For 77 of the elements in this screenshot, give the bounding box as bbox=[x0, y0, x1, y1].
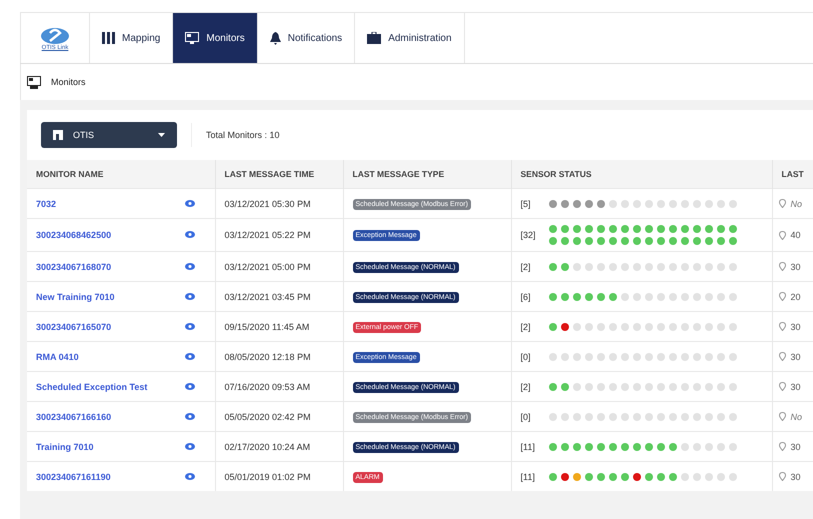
bell-icon bbox=[270, 32, 281, 44]
location-pin-icon bbox=[778, 352, 786, 361]
column-header: LAST bbox=[782, 169, 804, 179]
location-text: 30 bbox=[790, 442, 801, 452]
monitor-link[interactable]: 300234067161190 bbox=[36, 472, 111, 482]
sensor-count: [2] bbox=[520, 382, 532, 392]
message-time: 07/16/2020 09:53 AM bbox=[224, 382, 310, 392]
eye-icon[interactable] bbox=[185, 322, 195, 330]
breadcrumb-title: Monitors bbox=[51, 77, 86, 87]
caret-icon bbox=[158, 133, 165, 137]
monitor-link[interactable]: 300234067166160 bbox=[36, 412, 112, 422]
location-text: 30 bbox=[790, 472, 801, 482]
message-time: 09/15/2020 11:45 AM bbox=[224, 322, 310, 332]
location-pin-icon bbox=[778, 292, 786, 301]
nav-tab[interactable]: Monitors bbox=[173, 13, 258, 63]
message-time: 03/12/2021 05:22 PM bbox=[224, 230, 311, 240]
monitor-link[interactable]: RMA 0410 bbox=[36, 352, 79, 362]
eye-icon[interactable] bbox=[185, 442, 195, 450]
eye-icon[interactable] bbox=[185, 292, 195, 300]
eye-icon[interactable] bbox=[185, 262, 195, 270]
message-time: 05/05/2020 02:42 PM bbox=[224, 412, 311, 422]
location-pin-icon bbox=[778, 230, 786, 240]
monitor-link[interactable]: 7032 bbox=[36, 198, 56, 208]
column-header: LAST MESSAGE TYPE bbox=[352, 169, 444, 179]
briefcase-icon bbox=[367, 32, 382, 44]
location-text: 30 bbox=[790, 322, 801, 332]
message-time: 03/12/2021 05:00 PM bbox=[224, 262, 311, 272]
column-header: LAST MESSAGE TIME bbox=[224, 169, 314, 179]
location-text: 30 bbox=[790, 382, 801, 392]
monitor-link[interactable]: New Training 7010 bbox=[36, 292, 115, 302]
message-time: 03/12/2021 05:30 PM bbox=[224, 198, 311, 208]
monitor-icon bbox=[185, 32, 200, 44]
location-text: 30 bbox=[790, 352, 801, 362]
sensor-count: [5] bbox=[520, 198, 532, 208]
total-monitors-label: Total Monitors : 10 bbox=[191, 123, 280, 147]
eye-icon[interactable] bbox=[185, 352, 195, 360]
monitor-link[interactable]: 300234067165070 bbox=[36, 322, 112, 332]
monitor-link[interactable]: Scheduled Exception Test bbox=[36, 382, 148, 392]
columns-icon bbox=[102, 32, 115, 44]
location-pin-icon bbox=[778, 382, 786, 391]
sensor-count: [0] bbox=[520, 412, 532, 422]
message-time: 05/01/2019 01:02 PM bbox=[224, 472, 311, 482]
message-time: 02/17/2020 10:24 AM bbox=[224, 442, 310, 452]
organization-dropdown[interactable]: OTIS bbox=[41, 122, 177, 148]
monitor-icon bbox=[27, 76, 41, 88]
location-pin-icon bbox=[778, 442, 786, 451]
location-pin-icon bbox=[778, 322, 786, 331]
monitor-link[interactable]: Training 7010 bbox=[36, 442, 94, 452]
cloud-logo-icon bbox=[40, 25, 70, 45]
sensor-count: [32] bbox=[520, 230, 537, 240]
sensor-count: [11] bbox=[520, 472, 536, 482]
sensor-count: [2] bbox=[520, 262, 532, 272]
location-text: 20 bbox=[790, 292, 801, 302]
message-time: 08/05/2020 12:18 PM bbox=[224, 352, 311, 362]
column-header: SENSOR STATUS bbox=[520, 169, 592, 179]
eye-icon[interactable] bbox=[185, 412, 195, 420]
location-text: 30 bbox=[790, 262, 801, 272]
message-time: 03/12/2021 03:45 PM bbox=[224, 292, 311, 302]
location-pin-icon bbox=[778, 412, 786, 421]
sensor-count: [11] bbox=[520, 442, 536, 452]
location-text: 40 bbox=[790, 230, 801, 240]
sensor-count: [2] bbox=[520, 322, 532, 332]
location-pin-icon bbox=[778, 262, 786, 271]
location-text: No bbox=[790, 412, 802, 422]
eye-icon[interactable] bbox=[185, 200, 195, 206]
sensor-count: [6] bbox=[520, 292, 532, 302]
monitor-link[interactable]: 300234068462500 bbox=[36, 230, 112, 240]
location-pin-icon bbox=[778, 199, 786, 208]
eye-icon[interactable] bbox=[185, 231, 195, 238]
eye-icon[interactable] bbox=[185, 472, 195, 480]
monitor-link[interactable]: 300234067168070 bbox=[36, 262, 112, 272]
eye-icon[interactable] bbox=[185, 382, 195, 390]
column-header: MONITOR NAME bbox=[36, 169, 104, 179]
location-pin-icon bbox=[778, 472, 786, 481]
location-text: No bbox=[790, 198, 802, 208]
sensor-count: [0] bbox=[520, 352, 532, 362]
building-icon bbox=[53, 130, 63, 140]
